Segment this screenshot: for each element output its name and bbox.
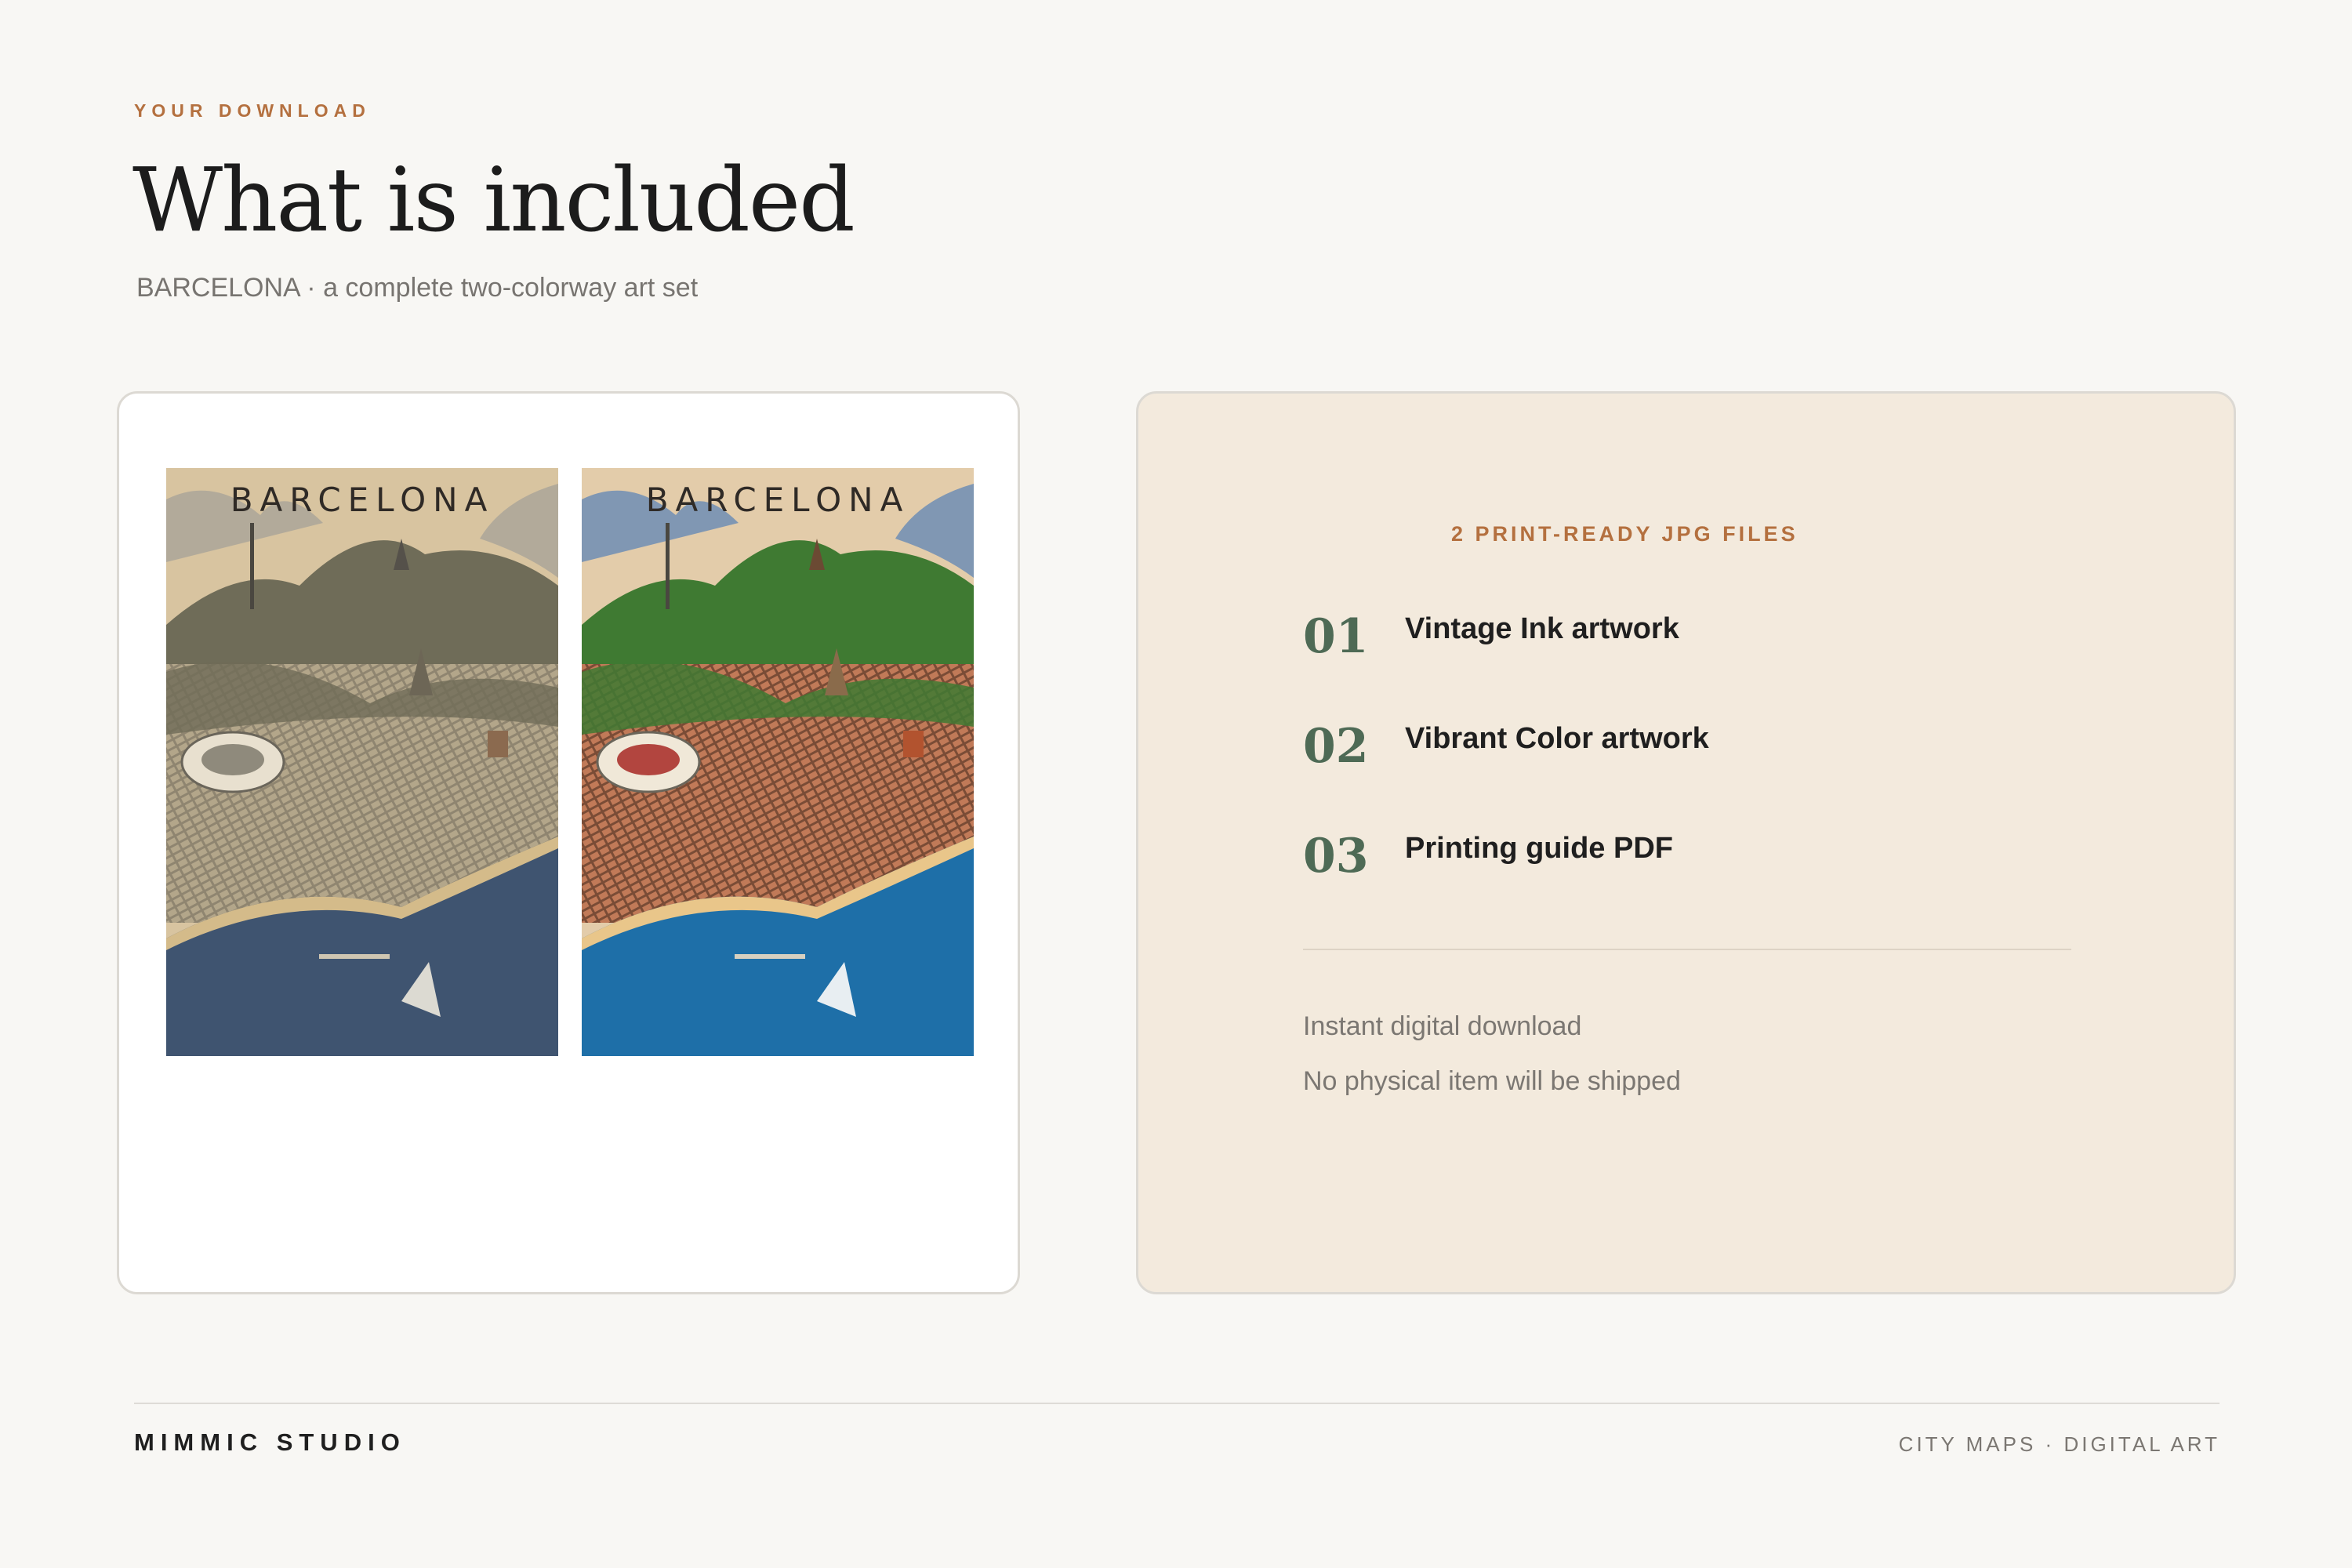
page-title: What is included — [132, 150, 855, 252]
preview-card: BARCELONA BARCELONA — [117, 391, 1020, 1294]
poster-vintage-ink-title: BARCELONA — [230, 481, 495, 519]
poster-vintage-ink: BARCELONA — [166, 468, 558, 1056]
file-item-label: Vibrant Color artwork — [1405, 722, 1709, 755]
poster-vintage-ink-artwork — [166, 468, 558, 1056]
note-instant-download: Instant digital download — [1303, 1011, 1582, 1041]
file-item-label: Printing guide PDF — [1405, 832, 1673, 865]
file-item-number: 01 — [1303, 609, 1369, 664]
file-item-number: 03 — [1303, 829, 1369, 884]
footer-tagline: CITY MAPS · DIGITAL ART — [1898, 1432, 2220, 1456]
file-item-number: 02 — [1303, 719, 1369, 774]
poster-vibrant-color-artwork — [582, 468, 974, 1056]
brand-name: MIMMIC STUDIO — [134, 1428, 406, 1456]
page-subtitle: BARCELONA · a complete two-colorway art … — [136, 273, 699, 303]
files-heading: 2 PRINT-READY JPG FILES — [1451, 522, 1798, 546]
files-divider — [1303, 949, 2071, 950]
poster-vibrant-color: BARCELONA — [582, 468, 974, 1056]
files-card: 2 PRINT-READY JPG FILES 01 Vintage Ink a… — [1136, 391, 2236, 1294]
poster-vibrant-color-title: BARCELONA — [645, 481, 910, 519]
footer-divider — [134, 1403, 2220, 1404]
file-item-label: Vintage Ink artwork — [1405, 612, 1679, 645]
eyebrow-label: YOUR DOWNLOAD — [134, 100, 371, 121]
note-no-shipping: No physical item will be shipped — [1303, 1066, 1681, 1096]
